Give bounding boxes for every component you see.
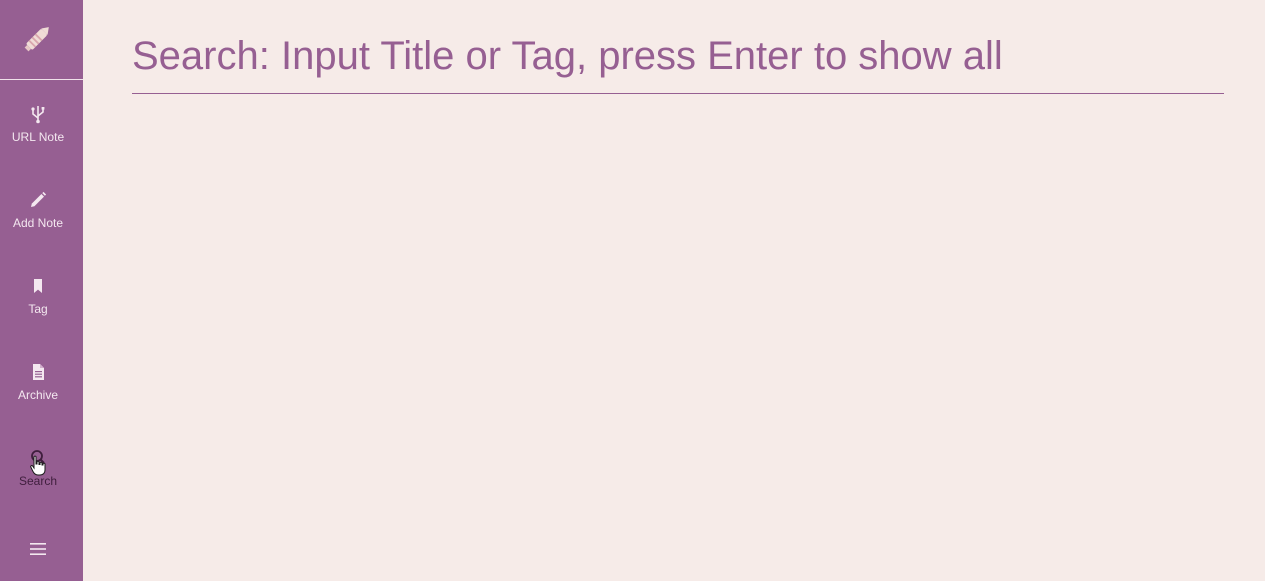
sidebar-item-label: Archive [17, 388, 58, 402]
usb-icon [28, 104, 48, 124]
hamburger-menu-icon[interactable] [28, 539, 48, 559]
sidebar-item-label: Add Note [12, 216, 64, 230]
main-content [83, 0, 1265, 581]
sidebar-item-label: URL Note [11, 130, 65, 144]
search-input[interactable] [132, 20, 1224, 94]
sidebar-item-label: Tag [28, 302, 48, 316]
pen-logo-icon [24, 26, 49, 51]
sidebar-item-tag[interactable]: Tag [0, 276, 76, 336]
logo[interactable] [0, 0, 83, 80]
sidebar-item-add-note[interactable]: Add Note [0, 190, 76, 250]
document-icon [28, 362, 48, 382]
sidebar-item-search[interactable]: Search [0, 448, 76, 508]
sidebar-item-label: Search [18, 474, 58, 488]
bookmark-icon [28, 276, 48, 296]
sidebar: URL Note Add Note Tag Archive Search [0, 0, 83, 581]
pencil-icon [28, 190, 48, 210]
sidebar-item-archive[interactable]: Archive [0, 362, 76, 422]
search-icon [28, 448, 48, 468]
sidebar-item-url-note[interactable]: URL Note [0, 104, 76, 164]
